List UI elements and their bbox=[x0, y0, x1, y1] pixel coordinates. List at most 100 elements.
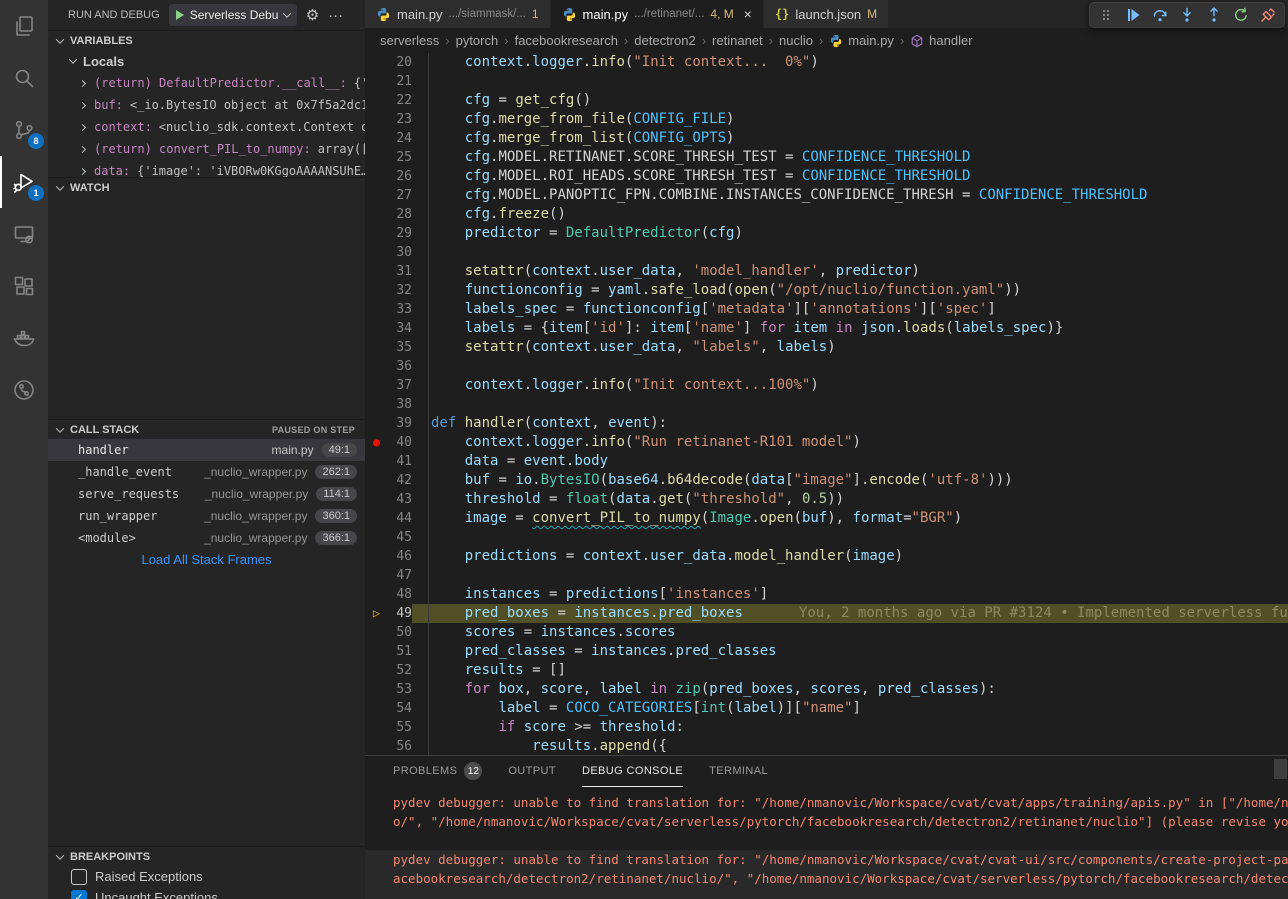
continue-button[interactable] bbox=[1124, 6, 1142, 24]
code-line-40[interactable]: ●40 context.logger.info("Run retinanet-R… bbox=[365, 433, 1288, 452]
breadcrumb-item-facebookresearch[interactable]: facebookresearch bbox=[515, 33, 618, 48]
code-line-22[interactable]: 22 cfg = get_cfg() bbox=[365, 91, 1288, 110]
code-line-30[interactable]: 30 bbox=[365, 243, 1288, 262]
line-content[interactable]: label = COCO_CATEGORIES[int(label)]["nam… bbox=[412, 699, 1288, 718]
code-line-27[interactable]: 27 cfg.MODEL.PANOPTIC_FPN.COMBINE.INSTAN… bbox=[365, 186, 1288, 205]
editor-tab-main-py[interactable]: main.py.../retinanet/...4, M× bbox=[551, 0, 764, 28]
drag-handle-icon[interactable] bbox=[1097, 6, 1115, 24]
panel-tab-problems[interactable]: PROBLEMS12 bbox=[393, 756, 482, 787]
line-number[interactable]: 32 bbox=[388, 281, 412, 300]
gutter-glyph[interactable] bbox=[365, 585, 388, 604]
line-number[interactable]: 20 bbox=[388, 53, 412, 72]
line-number[interactable]: 29 bbox=[388, 224, 412, 243]
line-number[interactable]: 48 bbox=[388, 585, 412, 604]
line-content[interactable] bbox=[412, 243, 1288, 262]
breadcrumb-item-serverless[interactable]: serverless bbox=[380, 33, 439, 48]
variable-row[interactable]: data:{'image': 'iVBORw0KGgoAAAANSUhE… 55 bbox=[48, 160, 365, 177]
code-line-35[interactable]: 35 setattr(context.user_data, "labels", … bbox=[365, 338, 1288, 357]
line-number[interactable]: 46 bbox=[388, 547, 412, 566]
line-number[interactable]: 44 bbox=[388, 509, 412, 528]
line-content[interactable]: buf = io.BytesIO(base64.b64decode(data["… bbox=[412, 471, 1288, 490]
line-content[interactable]: context.logger.info("Init context...100%… bbox=[412, 376, 1288, 395]
gutter-glyph[interactable] bbox=[365, 376, 388, 395]
activity-item-files[interactable] bbox=[0, 0, 48, 52]
code-line-54[interactable]: 54 label = COCO_CATEGORIES[int(label)]["… bbox=[365, 699, 1288, 718]
step-into-button[interactable] bbox=[1178, 6, 1196, 24]
code-line-23[interactable]: 23 cfg.merge_from_file(CONFIG_FILE) bbox=[365, 110, 1288, 129]
gutter-glyph[interactable] bbox=[365, 281, 388, 300]
line-number[interactable]: 54 bbox=[388, 699, 412, 718]
line-content[interactable] bbox=[412, 72, 1288, 91]
editor-tab-launch-json[interactable]: {}launch.jsonM bbox=[764, 0, 889, 28]
line-number[interactable]: 39 bbox=[388, 414, 412, 433]
call-stack-section-header[interactable]: CALL STACK PAUSED ON STEP bbox=[48, 419, 365, 439]
line-content[interactable]: def handler(context, event): bbox=[412, 414, 1288, 433]
gear-icon[interactable]: ⚙ bbox=[306, 8, 319, 23]
activity-item-git-graph[interactable] bbox=[0, 364, 48, 416]
line-content[interactable]: instances = predictions['instances'] bbox=[412, 585, 1288, 604]
code-line-37[interactable]: 37 context.logger.info("Init context...1… bbox=[365, 376, 1288, 395]
line-number[interactable]: 25 bbox=[388, 148, 412, 167]
code-line-53[interactable]: 53 for box, score, label in zip(pred_box… bbox=[365, 680, 1288, 699]
line-number[interactable]: 45 bbox=[388, 528, 412, 547]
breadcrumb-item-retinanet[interactable]: retinanet bbox=[712, 33, 763, 48]
line-content[interactable]: cfg.freeze() bbox=[412, 205, 1288, 224]
checkbox-unchecked[interactable] bbox=[71, 869, 87, 885]
gutter-glyph[interactable] bbox=[365, 414, 388, 433]
line-number[interactable]: 22 bbox=[388, 91, 412, 110]
line-content[interactable]: results = [] bbox=[412, 661, 1288, 680]
line-number[interactable]: 36 bbox=[388, 357, 412, 376]
stack-frame-row[interactable]: serve_requests_nuclio_wrapper.py114:1 bbox=[48, 483, 365, 505]
gutter-glyph[interactable] bbox=[365, 243, 388, 262]
variable-row[interactable]: context:<nuclio_sdk.context.Context obje… bbox=[48, 116, 365, 138]
code-line-38[interactable]: 38 bbox=[365, 395, 1288, 414]
code-line-41[interactable]: 41 data = event.body bbox=[365, 452, 1288, 471]
line-content[interactable]: cfg.merge_from_file(CONFIG_FILE) bbox=[412, 110, 1288, 129]
stack-frame-row[interactable]: run_wrapper_nuclio_wrapper.py360:1 bbox=[48, 505, 365, 527]
launch-config-dropdown[interactable]: Serverless Debu bbox=[169, 4, 297, 26]
line-content[interactable]: data = event.body bbox=[412, 452, 1288, 471]
gutter-glyph[interactable] bbox=[365, 737, 388, 755]
line-content[interactable]: context.logger.info("Init context... 0%"… bbox=[412, 53, 1288, 72]
gutter-glyph[interactable] bbox=[365, 395, 388, 414]
line-content[interactable]: threshold = float(data.get("threshold", … bbox=[412, 490, 1288, 509]
gutter-glyph[interactable] bbox=[365, 129, 388, 148]
line-number[interactable]: 40 bbox=[388, 433, 412, 452]
code-line-45[interactable]: 45 bbox=[365, 528, 1288, 547]
line-content[interactable] bbox=[412, 528, 1288, 547]
code-line-51[interactable]: 51 pred_classes = instances.pred_classes bbox=[365, 642, 1288, 661]
line-number[interactable]: 24 bbox=[388, 129, 412, 148]
gutter-glyph[interactable] bbox=[365, 110, 388, 129]
variable-row[interactable]: (return) DefaultPredictor.__call__:{'ins… bbox=[48, 72, 365, 94]
code-line-24[interactable]: 24 cfg.merge_from_list(CONFIG_OPTS) bbox=[365, 129, 1288, 148]
line-number[interactable]: 26 bbox=[388, 167, 412, 186]
line-number[interactable]: 33 bbox=[388, 300, 412, 319]
line-content[interactable]: setattr(context.user_data, 'model_handle… bbox=[412, 262, 1288, 281]
line-number[interactable]: 55 bbox=[388, 718, 412, 737]
gutter-glyph[interactable] bbox=[365, 680, 388, 699]
code-line-44[interactable]: 44 image = convert_PIL_to_numpy(Image.op… bbox=[365, 509, 1288, 528]
step-over-button[interactable] bbox=[1151, 6, 1169, 24]
line-number[interactable]: 28 bbox=[388, 205, 412, 224]
gutter-glyph[interactable] bbox=[365, 148, 388, 167]
stack-frame-row[interactable]: handlermain.py49:1 bbox=[48, 439, 365, 461]
gutter-glyph[interactable] bbox=[365, 186, 388, 205]
line-content[interactable] bbox=[412, 357, 1288, 376]
close-icon[interactable]: × bbox=[744, 6, 752, 22]
code-line-34[interactable]: 34 labels = {item['id']: item['name'] fo… bbox=[365, 319, 1288, 338]
breadcrumb-item-pytorch[interactable]: pytorch bbox=[456, 33, 499, 48]
line-content[interactable]: predictions = context.user_data.model_ha… bbox=[412, 547, 1288, 566]
code-line-21[interactable]: 21 bbox=[365, 72, 1288, 91]
gutter-glyph[interactable] bbox=[365, 718, 388, 737]
code-line-52[interactable]: 52 results = [] bbox=[365, 661, 1288, 680]
code-line-48[interactable]: 48 instances = predictions['instances'] bbox=[365, 585, 1288, 604]
code-line-36[interactable]: 36 bbox=[365, 357, 1288, 376]
line-content[interactable]: setattr(context.user_data, "labels", lab… bbox=[412, 338, 1288, 357]
stack-frame-row[interactable]: _handle_event_nuclio_wrapper.py262:1 bbox=[48, 461, 365, 483]
line-content[interactable]: pred_classes = instances.pred_classes bbox=[412, 642, 1288, 661]
gutter-glyph[interactable] bbox=[365, 471, 388, 490]
gutter-glyph[interactable] bbox=[365, 167, 388, 186]
panel-tab-debug-console[interactable]: DEBUG CONSOLE bbox=[582, 756, 683, 787]
load-all-stack-frames-link[interactable]: Load All Stack Frames bbox=[48, 552, 365, 567]
code-line-25[interactable]: 25 cfg.MODEL.RETINANET.SCORE_THRESH_TEST… bbox=[365, 148, 1288, 167]
